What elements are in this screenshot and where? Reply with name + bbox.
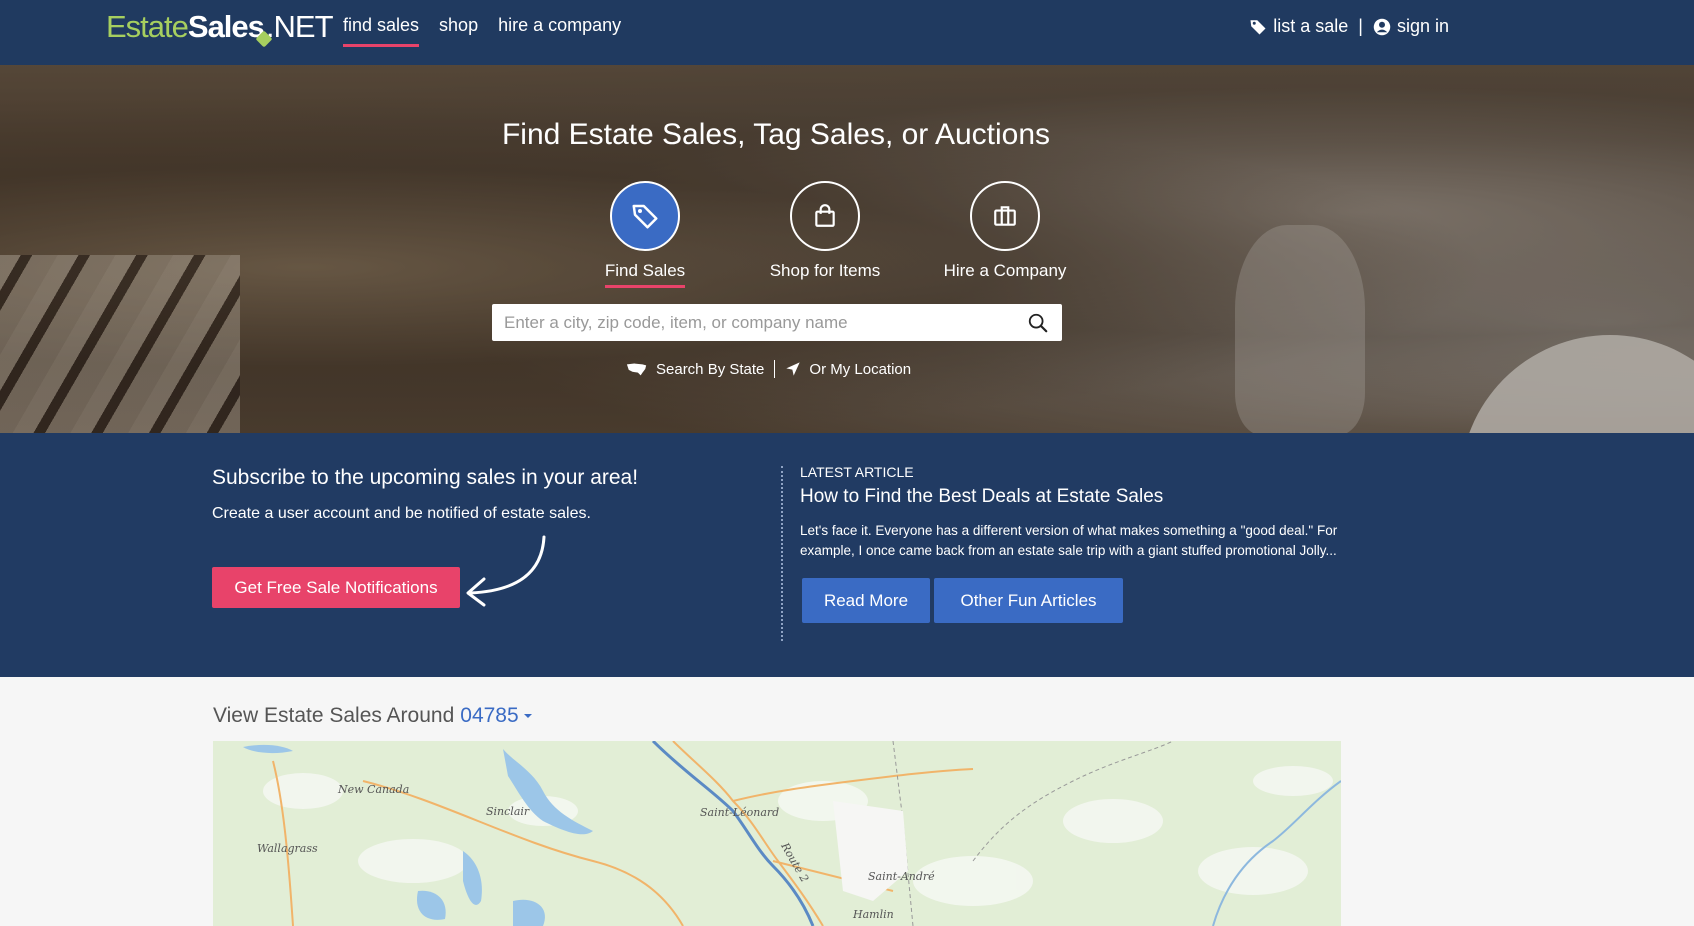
us-map-icon [626, 363, 647, 376]
sign-in-link[interactable]: sign in [1373, 16, 1449, 37]
nav-find-sales[interactable]: find sales [343, 15, 420, 47]
my-location-label: Or My Location [809, 360, 912, 378]
search-box [492, 304, 1062, 341]
list-a-sale-link[interactable]: list a sale [1249, 16, 1348, 37]
zip-value: 04785 [460, 704, 519, 727]
nav-separator: | [1358, 16, 1363, 36]
tab-hire-company[interactable]: Hire a Company [915, 181, 1095, 288]
sales-map[interactable]: New Canada Sinclair Wallagrass Saint-Léo… [213, 741, 1341, 926]
tag-icon [1250, 19, 1266, 34]
tab-shop-items[interactable]: Shop for Items [735, 181, 915, 288]
get-notifications-button[interactable]: Get Free Sale Notifications [212, 567, 460, 608]
hero-title: Find Estate Sales, Tag Sales, or Auction… [501, 118, 1051, 151]
account-nav: list a sale | sign in [1249, 16, 1449, 37]
shopping-bag-icon [815, 204, 835, 227]
read-more-button[interactable]: Read More [802, 578, 930, 623]
hero-section: Find Estate Sales, Tag Sales, or Auction… [0, 65, 1694, 433]
map-graphic [213, 741, 1341, 926]
article-excerpt: Let's face it. Everyone has a different … [800, 523, 1338, 558]
sign-in-label: sign in [1396, 16, 1449, 36]
map-label: Saint-André [868, 870, 935, 883]
user-circle-icon [1373, 18, 1391, 35]
map-heading-text: View Estate Sales Around [213, 704, 455, 727]
link-divider [774, 360, 776, 378]
map-label: Saint-Léonard [700, 806, 780, 819]
hero-tabs: Find Sales Shop for Items Hire a Company [555, 181, 1095, 288]
map-label: Sinclair [486, 805, 530, 818]
tag-icon [632, 204, 658, 229]
logo-text-sales: Sales [187, 9, 265, 44]
map-heading: View Estate Sales Around 04785 [213, 704, 533, 728]
map-label: Wallagrass [257, 842, 318, 855]
tab-label: Shop for Items [769, 261, 881, 280]
map-label: Hamlin [853, 908, 894, 921]
main-nav: find sales shop hire a company [343, 15, 621, 47]
nav-hire-company[interactable]: hire a company [498, 15, 621, 47]
subscribe-text: Create a user account and be notified of… [212, 505, 591, 522]
search-by-state-label: Search By State [656, 360, 765, 378]
location-arrow-icon [786, 362, 801, 376]
tab-icon-circle [610, 181, 680, 251]
caret-down-icon [523, 714, 532, 718]
map-label: New Canada [338, 783, 410, 796]
other-articles-button[interactable]: Other Fun Articles [934, 578, 1123, 623]
tab-label: Find Sales [604, 261, 686, 288]
list-a-sale-label: list a sale [1273, 16, 1349, 36]
band-divider [781, 466, 783, 641]
tab-label: Hire a Company [943, 261, 1067, 280]
top-navbar: Estate Sales .NET find sales shop hire a… [0, 0, 1694, 65]
logo-text-net: .NET [265, 9, 334, 44]
article-title[interactable]: How to Find the Best Deals at Estate Sal… [800, 486, 1163, 508]
search-shortcuts: Search By State Or My Location [626, 360, 911, 378]
subscribe-band: Subscribe to the upcoming sales in your … [0, 433, 1694, 677]
tab-find-sales[interactable]: Find Sales [555, 181, 735, 288]
article-kicker: LATEST ARTICLE [800, 464, 914, 480]
search-button[interactable] [1014, 304, 1062, 341]
search-by-state-link[interactable]: Search By State [626, 361, 764, 378]
zip-dropdown[interactable]: 04785 [460, 704, 532, 728]
subscribe-title: Subscribe to the upcoming sales in your … [212, 466, 639, 489]
logo-text-estate: Estate [106, 9, 189, 44]
tab-icon-circle [790, 181, 860, 251]
briefcase-icon [994, 206, 1016, 226]
site-logo[interactable]: Estate Sales .NET [106, 9, 334, 49]
my-location-link[interactable]: Or My Location [785, 361, 911, 378]
tab-icon-circle [970, 181, 1040, 251]
search-input[interactable] [492, 304, 1014, 341]
curved-arrow-icon [466, 535, 546, 607]
search-icon [1028, 313, 1048, 332]
nav-shop[interactable]: shop [439, 15, 478, 47]
